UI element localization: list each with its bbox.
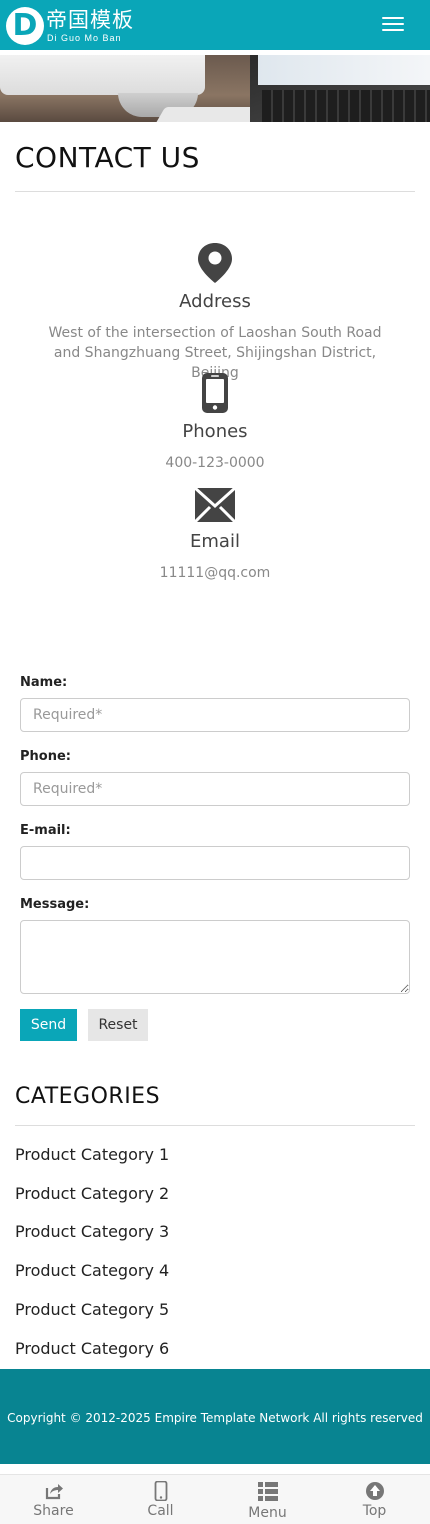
category-link-5[interactable]: Product Category 5: [15, 1300, 169, 1319]
reset-button[interactable]: Reset: [88, 1009, 148, 1041]
nav-top[interactable]: Top: [321, 1475, 428, 1524]
nav-call-label: Call: [147, 1503, 174, 1519]
nav-share-label: Share: [33, 1503, 74, 1519]
email-text: 11111@qq.com: [159, 565, 271, 581]
nav-menu-label: Menu: [248, 1505, 287, 1521]
list-icon: [258, 1482, 278, 1501]
mobile-phone-icon: [202, 373, 228, 413]
bottom-navigation-bar: Share Call Menu Top: [0, 1474, 430, 1524]
phone-label: Phone:: [20, 749, 71, 764]
email-input[interactable]: [20, 846, 410, 880]
hero-banner-image: [0, 55, 430, 122]
email-label: E-mail:: [20, 823, 71, 838]
phone-icon: [154, 1481, 168, 1501]
message-textarea[interactable]: [20, 920, 410, 994]
brand-name-english: Di Guo Mo Ban: [47, 33, 122, 43]
category-link-4[interactable]: Product Category 4: [15, 1261, 169, 1280]
address-heading: Address: [179, 291, 251, 312]
send-button[interactable]: Send: [20, 1009, 77, 1041]
name-label: Name:: [20, 675, 68, 690]
nav-share[interactable]: Share: [0, 1475, 107, 1524]
phones-text: 400-123-0000: [165, 455, 265, 471]
title-divider: [15, 191, 415, 192]
page-title: CONTACT US: [15, 141, 200, 174]
share-icon: [45, 1484, 63, 1500]
category-link-1[interactable]: Product Category 1: [15, 1145, 169, 1164]
nav-call[interactable]: Call: [107, 1475, 214, 1524]
phone-input[interactable]: [20, 772, 410, 806]
brand-name-chinese: 帝国模板: [46, 8, 134, 32]
top-header-bar: D 帝国模板 Di Guo Mo Ban: [0, 0, 430, 50]
copyright-text: Copyright © 2012-2025 Empire Template Ne…: [7, 1411, 423, 1425]
page-footer: Copyright © 2012-2025 Empire Template Ne…: [0, 1369, 430, 1464]
nav-menu[interactable]: Menu: [214, 1475, 321, 1524]
categories-title: CATEGORIES: [15, 1084, 161, 1109]
nav-top-label: Top: [362, 1503, 387, 1519]
phones-heading: Phones: [182, 421, 248, 442]
category-link-3[interactable]: Product Category 3: [15, 1222, 169, 1241]
hamburger-menu-icon[interactable]: [378, 12, 408, 38]
logo-letter: D: [12, 8, 38, 43]
message-label: Message:: [20, 897, 90, 912]
site-logo[interactable]: D: [6, 7, 44, 45]
arrow-up-circle-icon: [366, 1482, 384, 1500]
category-link-2[interactable]: Product Category 2: [15, 1184, 169, 1203]
envelope-icon: [195, 486, 235, 524]
categories-divider: [15, 1125, 415, 1126]
email-heading: Email: [190, 531, 240, 552]
name-input[interactable]: [20, 698, 410, 732]
category-link-6[interactable]: Product Category 6: [15, 1339, 169, 1358]
map-pin-icon: [198, 243, 232, 283]
